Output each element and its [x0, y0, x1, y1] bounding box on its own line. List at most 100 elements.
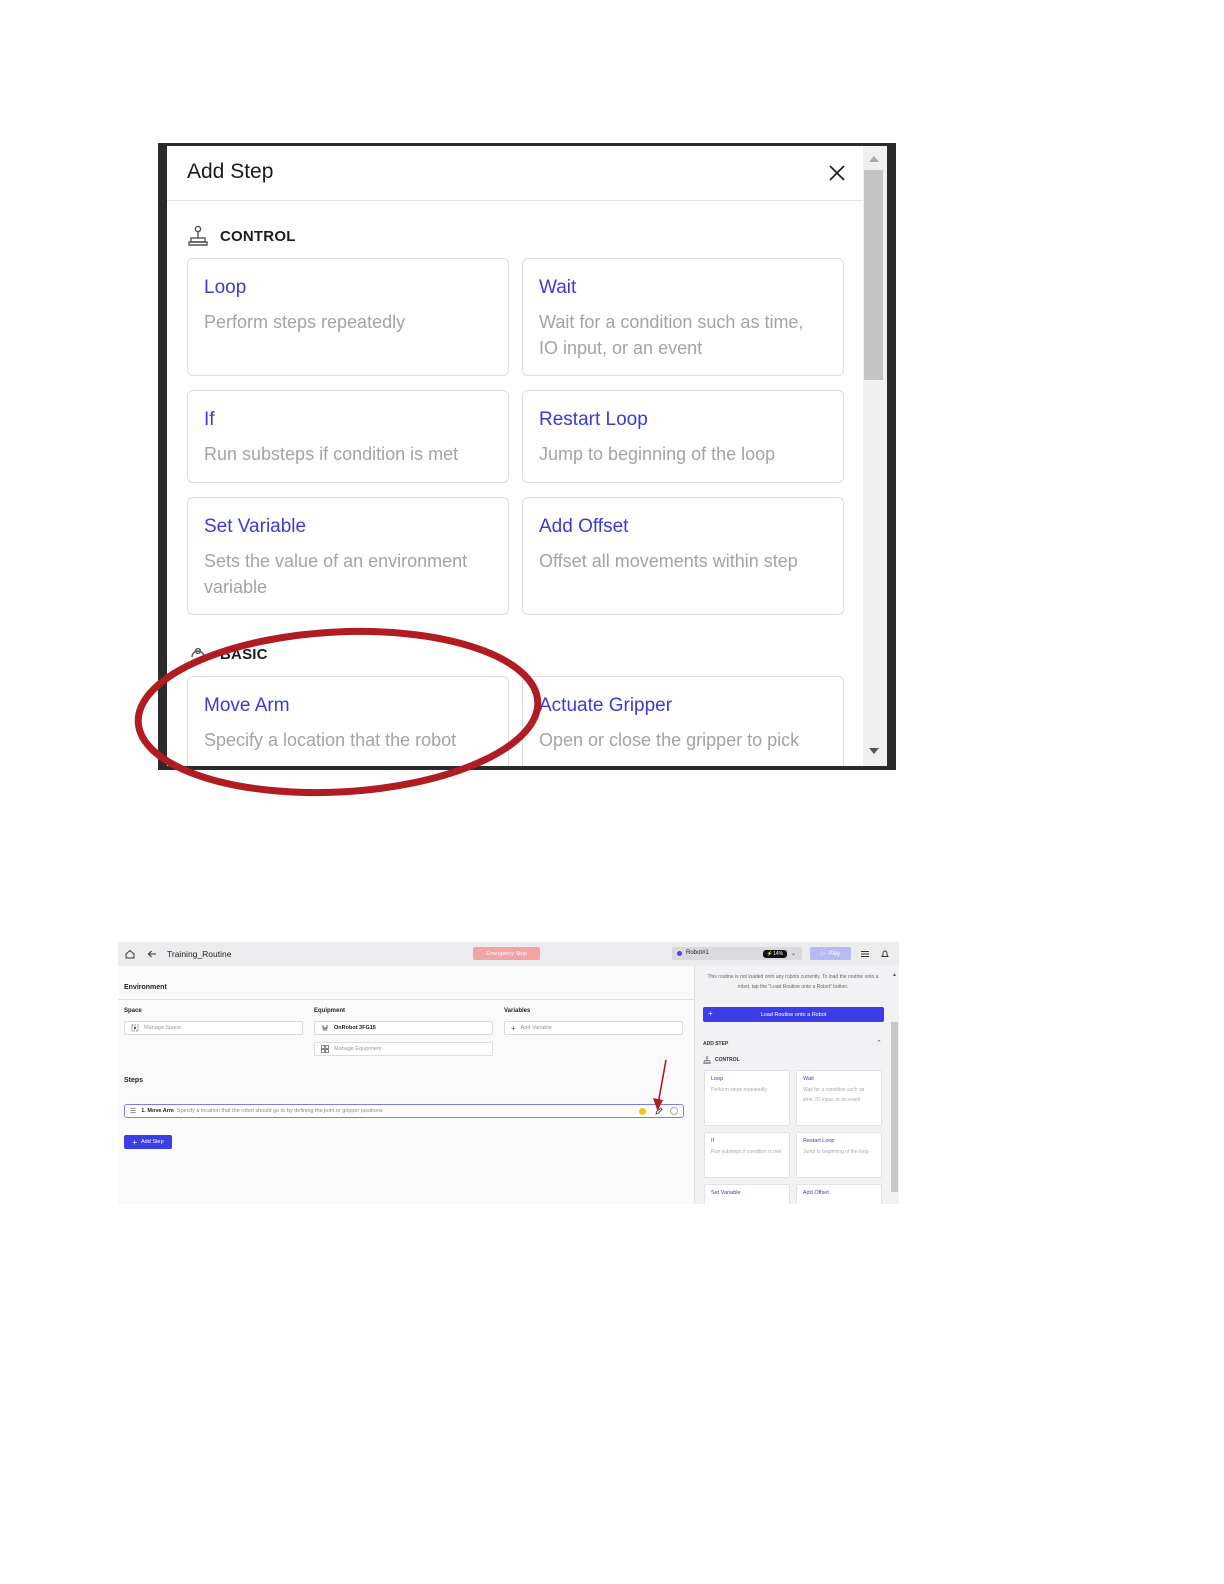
step-card-move-arm[interactable]: Move Arm Specify a location that the rob… — [187, 676, 509, 766]
not-loaded-note: This routine is not loaded onto any robo… — [707, 974, 879, 990]
card-title: Add Offset — [539, 516, 629, 537]
play-button[interactable]: ▷ Play — [810, 947, 851, 960]
chevron-down-icon: ⌄ — [791, 951, 797, 957]
card-description: Jump to beginning of the loop — [539, 444, 776, 464]
scroll-up-icon[interactable]: ▲ — [892, 972, 897, 978]
equipment-label: Equipment — [314, 1008, 345, 1014]
step-card-set-variable[interactable]: Set Variable Sets the value of an enviro… — [187, 497, 509, 615]
chevron-up-icon[interactable]: ⌃ — [876, 1039, 882, 1047]
warning-icon — [639, 1107, 646, 1115]
section-label: CONTROL — [220, 227, 296, 245]
menu-icon[interactable] — [859, 948, 871, 960]
battery-badge: ⚡14% — [763, 949, 787, 958]
section-label: BASIC — [220, 645, 268, 663]
joystick-icon — [703, 1056, 711, 1064]
card-description: Perform steps repeatedly — [711, 1087, 767, 1093]
gripper-icon — [322, 1025, 328, 1031]
side-card-loop[interactable]: Loop Perform steps repeatedly — [704, 1070, 790, 1126]
card-title: Restart Loop — [803, 1138, 835, 1144]
dialog-title: Add Step — [187, 160, 274, 183]
scroll-up-icon[interactable] — [868, 154, 880, 164]
card-title: If — [204, 409, 215, 430]
card-description: Run substeps if condition is met — [204, 444, 459, 464]
card-description: Open or close the gripper to pick — [539, 730, 800, 750]
routine-editor-screenshot: Training_Routine Emergency Stop Robot#1 … — [118, 942, 899, 1204]
emergency-stop-label: Emergency Stop — [486, 950, 527, 957]
back-arrow-icon[interactable] — [146, 948, 158, 960]
control-label: CONTROL — [715, 1057, 740, 1063]
manage-space-label: Manage Space — [144, 1025, 181, 1031]
side-card-add-offset[interactable]: Add Offset — [796, 1184, 882, 1204]
add-step-label: Add Step — [141, 1139, 164, 1145]
routine-title: Training_Routine — [167, 949, 232, 959]
card-title: Loop — [711, 1076, 724, 1082]
plus-icon: + — [511, 1023, 516, 1033]
step-card-if[interactable]: If Run substeps if condition is met — [187, 390, 509, 483]
step-card-actuate-gripper[interactable]: Actuate Gripper Open or close the grippe… — [522, 676, 844, 766]
add-step-button[interactable]: + Add Step — [124, 1135, 172, 1149]
close-icon[interactable] — [826, 162, 848, 184]
manage-equipment-field[interactable]: Manage Equipment — [314, 1042, 493, 1056]
dialog-header: Add Step — [167, 146, 863, 201]
section-control-header: CONTROL — [187, 224, 296, 248]
step-card-add-offset[interactable]: Add Offset Offset all movements within s… — [522, 497, 844, 615]
routine-main-pane: Environment Space Manage Space Equipment… — [118, 966, 694, 1204]
play-label: Play — [828, 950, 841, 957]
add-variable-field[interactable]: + Add Variable — [504, 1021, 683, 1035]
card-description: Offset all movements within step — [539, 551, 798, 571]
divider — [118, 999, 694, 1000]
equipment-item-label: OnRobot 3FG15 — [334, 1025, 376, 1031]
variables-label: Variables — [504, 1008, 531, 1014]
control-section-header: CONTROL — [703, 1056, 740, 1064]
home-icon[interactable] — [124, 948, 136, 960]
grid-icon — [321, 1045, 329, 1053]
card-title: Set Variable — [204, 516, 307, 537]
robot-status-dot — [677, 951, 682, 956]
space-icon — [131, 1024, 139, 1032]
basic-icon — [191, 647, 205, 658]
top-bar: Training_Routine Emergency Stop Robot#1 … — [118, 942, 899, 966]
add-step-section-header: ADD STEP — [703, 1041, 729, 1047]
equipment-item[interactable]: OnRobot 3FG15 — [314, 1021, 493, 1035]
card-title: Move Arm — [204, 695, 290, 716]
space-label: Space — [124, 1008, 142, 1014]
more-options-icon[interactable] — [670, 1107, 678, 1115]
side-card-if[interactable]: If Run substeps if condition is met — [704, 1132, 790, 1178]
card-title: Loop — [204, 277, 247, 298]
side-panel: ▲ This routine is not loaded onto any ro… — [694, 966, 899, 1204]
drag-handle-icon[interactable]: ☰ — [130, 1107, 136, 1115]
card-description: Wait for a condition such as time, IO in… — [803, 1087, 865, 1103]
joystick-icon — [188, 225, 208, 246]
scroll-down-icon[interactable] — [868, 746, 880, 756]
manage-equipment-label: Manage Equipment — [334, 1046, 382, 1052]
step-card-wait[interactable]: Wait Wait for a condition such as time, … — [522, 258, 844, 376]
robot-selector[interactable]: Robot#1 ⚡14% ⌄ — [672, 947, 802, 960]
plus-icon: + — [132, 1137, 138, 1147]
environment-heading: Environment — [124, 984, 167, 991]
load-routine-button[interactable]: + Load Routine onto a Robot — [703, 1007, 884, 1022]
bell-icon[interactable] — [879, 948, 891, 960]
step-card-restart-loop[interactable]: Restart Loop Jump to beginning of the lo… — [522, 390, 844, 483]
scrollbar-thumb[interactable] — [891, 1022, 898, 1192]
card-description: Jump to beginning of the loop — [803, 1149, 869, 1155]
add-variable-label: Add Variable — [520, 1025, 552, 1031]
side-card-restart-loop[interactable]: Restart Loop Jump to beginning of the lo… — [796, 1132, 882, 1178]
scrollbar-thumb[interactable] — [864, 170, 883, 380]
manage-space-field[interactable]: Manage Space — [124, 1021, 303, 1035]
play-icon: ▷ — [820, 951, 826, 957]
card-title: Restart Loop — [539, 409, 648, 430]
section-basic-header: BASIC — [187, 642, 268, 666]
card-description: Run substeps if condition is met — [711, 1149, 782, 1155]
card-title: Wait — [539, 277, 577, 298]
robot-name: Robot#1 — [686, 950, 709, 956]
side-card-set-variable[interactable]: Set Variable — [704, 1184, 790, 1204]
step-row-move-arm[interactable]: ☰ 1. Move Arm Specify a location that th… — [124, 1104, 684, 1118]
card-title: Add Offset — [803, 1190, 829, 1196]
step-card-loop[interactable]: Loop Perform steps repeatedly — [187, 258, 509, 376]
side-card-wait[interactable]: Wait Wait for a condition such as time, … — [796, 1070, 882, 1126]
pencil-icon[interactable] — [655, 1107, 663, 1115]
card-title: Wait — [803, 1076, 814, 1082]
emergency-stop-button[interactable]: Emergency Stop — [473, 947, 540, 960]
card-title: Set Variable — [711, 1190, 741, 1196]
step-description: Specify a location that the robot should… — [176, 1108, 383, 1114]
